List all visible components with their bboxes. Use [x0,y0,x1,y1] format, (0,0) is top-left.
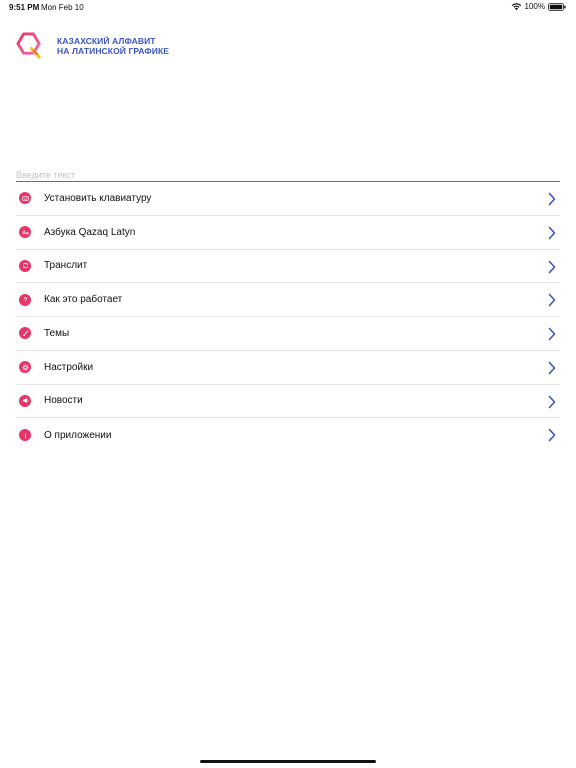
menu-item-label: Как это работает [44,294,123,306]
search-input[interactable] [16,167,560,183]
main-menu: Установить клавиатуру Азбука Qazaq Latyn… [16,182,560,452]
battery-icon [548,2,566,11]
chevron-right-icon [548,395,556,408]
chevron-right-icon [548,428,556,442]
news-icon [19,394,31,407]
menu-item-news[interactable]: Новости [16,385,560,419]
keyboard-icon [19,192,31,205]
status-bar: 9:51 PM Mon Feb 10 100% [0,0,576,14]
chevron-right-icon [548,260,556,273]
menu-item-about[interactable]: О приложении [16,418,560,452]
menu-item-install-keyboard[interactable]: Установить клавиатуру [16,182,560,216]
brush-icon [19,327,31,340]
menu-item-label: Транслит [44,260,88,272]
menu-item-how-it-works[interactable]: Как это работает [16,283,560,317]
menu-item-label: Темы [44,327,70,339]
menu-item-translit[interactable]: Транслит [16,250,560,284]
app-title: КАЗАХСКИЙ АЛФАВИТ НА ЛАТИНСКОЙ ГРАФИКЕ [57,36,169,56]
chevron-right-icon [548,226,556,240]
menu-item-themes[interactable]: Темы [16,317,560,351]
home-indicator[interactable] [200,760,376,763]
menu-item-label: Установить клавиатуру [44,192,152,204]
alphabet-icon [19,226,31,239]
search-field [16,165,560,183]
status-time: 9:51 PM [9,3,40,12]
question-icon [19,293,31,306]
app-logo-icon [16,32,41,59]
app-title-line2: НА ЛАТИНСКОЙ ГРАФИКЕ [57,45,170,56]
chevron-right-icon [548,192,556,206]
menu-item-settings[interactable]: Настройки [16,351,560,385]
chevron-right-icon [548,293,556,307]
status-indicators: 100% [511,2,566,11]
menu-item-label: Азбука Qazaq Latyn [44,226,136,238]
battery-percent: 100% [524,2,545,11]
translit-icon [19,259,31,272]
menu-item-label: О приложении [44,429,112,441]
menu-item-label: Новости [44,395,83,407]
info-icon [19,429,31,442]
wifi-icon [511,3,521,11]
chevron-right-icon [548,327,556,341]
menu-item-alphabet[interactable]: Азбука Qazaq Latyn [16,216,560,250]
gear-icon [19,361,31,374]
status-date: Mon Feb 10 [41,3,84,12]
menu-item-label: Настройки [44,361,94,373]
chevron-right-icon [548,361,556,375]
app-title-line1: КАЗАХСКИЙ АЛФАВИТ [57,35,156,46]
app-header: КАЗАХСКИЙ АЛФАВИТ НА ЛАТИНСКОЙ ГРАФИКЕ [16,32,169,59]
